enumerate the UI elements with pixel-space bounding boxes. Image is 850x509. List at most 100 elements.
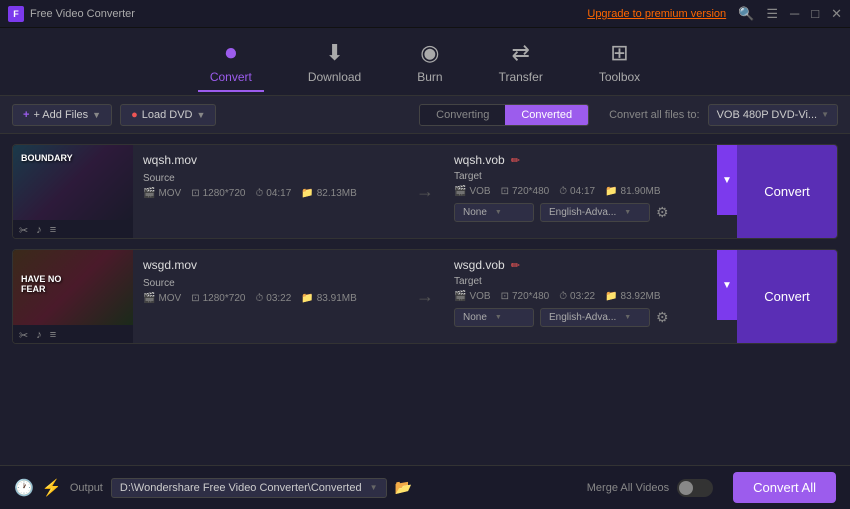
source-format-2: 🎬 MOV [143,293,181,304]
source-filename-2: wsgd.mov [143,258,396,272]
thumb-label-1: BOUNDARY [21,153,73,163]
burn-icon: ◉ [420,40,439,66]
format-selector[interactable]: VOB 480P DVD-Vi... ▼ [708,104,838,126]
source-duration-2: ⏱ 03:22 [255,293,291,304]
titlebar: F Free Video Converter Upgrade to premiu… [0,0,850,28]
settings-icon-1[interactable]: ⚙ [656,204,669,221]
quality-dropdown-1[interactable]: None [454,203,534,222]
folder-open-icon[interactable]: 📂 [395,479,412,496]
target-duration-2: ⏱ 03:22 [559,291,595,302]
source-resolution-2: ⊡ 1280*720 [191,293,245,304]
trim-icon-1[interactable]: ✂ [19,224,28,237]
target-label-2: Target [454,276,707,287]
target-format-change-1[interactable]: ▼ [717,145,737,215]
maximize-icon[interactable]: □ [811,6,819,21]
actionbar: + + Add Files ▼ ● Load DVD ▼ Converting … [0,96,850,134]
target-filename-row-2: wsgd.vob ✏ [454,258,707,272]
thumb-label-2: HAVE NOFEAR [21,274,61,294]
schedule-icon[interactable]: 🕐 [14,478,34,498]
add-files-button[interactable]: + + Add Files ▼ [12,104,112,126]
output-path-selector[interactable]: D:\Wondershare Free Video Converter\Conv… [111,478,387,498]
target-format-icon-1: 🎬 [454,186,466,197]
target-size-2: 📁 83.92MB [605,291,660,302]
toolbar-item-download[interactable]: ⬇ Download [296,36,373,88]
file-card-2: HAVE NOFEAR ✂ ♪ ≡ wsgd.mov Source 🎬 MOV … [12,249,838,344]
toolbar-item-burn[interactable]: ◉ Burn [405,36,454,88]
target-resolution-1: ⊡ 720*480 [501,186,550,197]
output-path-dropdown-icon: ▼ [370,483,378,492]
target-size-icon-2: 📁 [605,291,617,302]
target-resolution-2: ⊡ 720*480 [501,291,550,302]
format-value: VOB 480P DVD-Vi... [717,109,817,121]
format-icon-1: 🎬 [143,188,155,199]
tab-group: Converting Converted [419,104,589,126]
toolbar-label-burn: Burn [417,70,442,84]
convert-all-files-label: Convert all files to: [609,109,699,121]
format-dropdown-icon: ▼ [821,110,829,119]
merge-toggle[interactable] [677,479,713,497]
toolbox-icon: ⊞ [610,40,628,66]
source-label-1: Source [143,173,396,184]
trim-icon-2[interactable]: ✂ [19,329,28,342]
target-name-1: wqsh.vob [454,153,505,167]
target-meta-2: 🎬 VOB ⊡ 720*480 ⏱ 03:22 📁 83.92MB [454,291,707,302]
quality-dropdown-2[interactable]: None [454,308,534,327]
tab-converting[interactable]: Converting [420,105,505,125]
audio-icon-2[interactable]: ♪ [36,329,42,341]
source-duration-1: ⏱ 04:17 [255,188,291,199]
file-info-2: wsgd.mov Source 🎬 MOV ⊡ 1280*720 ⏱ 03:22… [133,250,406,343]
lang-dropdown-1[interactable]: English-Adva... [540,203,650,222]
titlebar-right: Upgrade to premium version 🔍 ☰ ─ □ ✕ [587,6,842,22]
convert-button-1[interactable]: Convert [737,145,837,238]
resolution-icon-1: ⊡ [191,188,199,199]
size-icon-1: 📁 [301,188,313,199]
duration-icon-1: ⏱ [255,188,263,199]
target-format-icon-2: 🎬 [454,291,466,302]
quality-row-2: None English-Adva... ⚙ [454,308,707,327]
lang-dropdown-2[interactable]: English-Adva... [540,308,650,327]
target-format-1: 🎬 VOB [454,186,491,197]
main-toolbar: ⏺ Convert ⬇ Download ◉ Burn ⇄ Transfer ⊞… [0,28,850,96]
upgrade-link[interactable]: Upgrade to premium version [587,8,726,20]
plus-icon: + [23,109,29,121]
toolbar-item-transfer[interactable]: ⇄ Transfer [487,36,555,88]
convert-button-2[interactable]: Convert [737,250,837,343]
source-meta-2: 🎬 MOV ⊡ 1280*720 ⏱ 03:22 📁 83.91MB [143,293,396,304]
toolbar-item-convert[interactable]: ⏺ Convert [198,36,264,88]
merge-all-label: Merge All Videos [587,482,669,494]
source-format-1: 🎬 MOV [143,188,181,199]
source-filename-1: wqsh.mov [143,153,396,167]
main-content: BOUNDARY ✂ ♪ ≡ wqsh.mov Source 🎬 MOV ⊡ 1… [0,134,850,465]
target-format-change-2[interactable]: ▼ [717,250,737,320]
target-section-2: wsgd.vob ✏ Target 🎬 VOB ⊡ 720*480 ⏱ 03:2… [444,250,717,343]
toolbar-item-toolbox[interactable]: ⊞ Toolbox [587,36,652,88]
search-icon[interactable]: 🔍 [738,6,754,22]
tab-converted[interactable]: Converted [505,105,588,125]
settings-icon-2[interactable]: ⚙ [656,309,669,326]
audio-icon-1[interactable]: ♪ [36,224,42,236]
source-size-2: 📁 83.91MB [301,293,356,304]
bottombar: 🕐 ⚡ Output D:\Wondershare Free Video Con… [0,465,850,509]
arrow-1: → [406,145,444,238]
target-duration-1: ⏱ 04:17 [559,186,595,197]
speed-icon[interactable]: ⚡ [42,478,62,498]
load-dvd-button[interactable]: ● Load DVD ▼ [120,104,216,126]
list-icon-2[interactable]: ≡ [50,329,56,341]
toolbar-label-toolbox: Toolbox [599,70,640,84]
menu-icon[interactable]: ☰ [766,6,778,22]
edit-icon-1[interactable]: ✏ [511,154,520,167]
list-icon-1[interactable]: ≡ [50,224,56,236]
thumbnail-1: BOUNDARY ✂ ♪ ≡ [13,145,133,239]
duration-icon-2: ⏱ [255,293,263,304]
target-format-2: 🎬 VOB [454,291,491,302]
minimize-icon[interactable]: ─ [790,6,799,21]
target-meta-1: 🎬 VOB ⊡ 720*480 ⏱ 04:17 📁 81.90MB [454,186,707,197]
close-icon[interactable]: ✕ [831,6,842,22]
output-path-text: D:\Wondershare Free Video Converter\Conv… [120,482,362,494]
target-res-icon-2: ⊡ [501,291,509,302]
edit-icon-2[interactable]: ✏ [511,259,520,272]
convert-all-button[interactable]: Convert All [733,472,836,503]
size-icon-2: 📁 [301,293,313,304]
file-info-1: wqsh.mov Source 🎬 MOV ⊡ 1280*720 ⏱ 04:17… [133,145,406,238]
resolution-icon-2: ⊡ [191,293,199,304]
